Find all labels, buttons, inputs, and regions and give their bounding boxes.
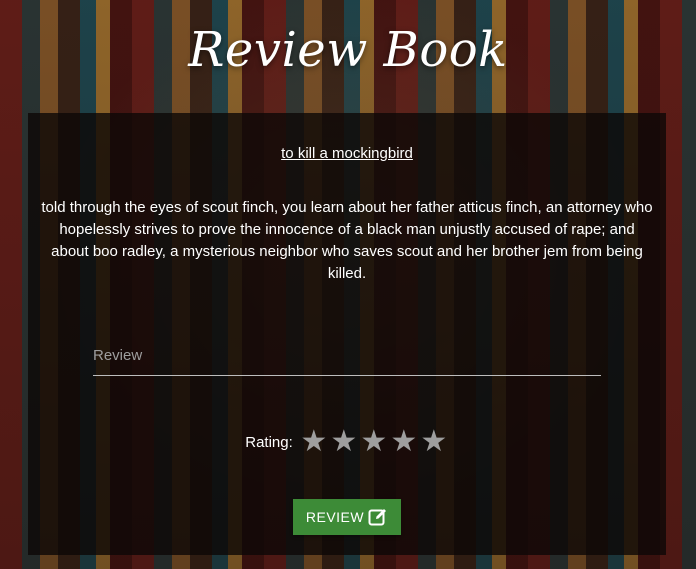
review-button[interactable]: REVIEW	[293, 499, 401, 535]
rating-row: Rating: ★ ★ ★ ★ ★	[28, 425, 666, 459]
star-1-icon[interactable]: ★	[299, 425, 329, 459]
star-5-icon[interactable]: ★	[419, 425, 449, 459]
book-title-link[interactable]: to kill a mockingbird	[28, 145, 666, 162]
book-description: told through the eyes of scout finch, yo…	[41, 199, 653, 282]
review-input[interactable]	[93, 335, 601, 376]
star-2-icon[interactable]: ★	[329, 425, 359, 459]
rating-label: Rating:	[245, 433, 293, 451]
edit-icon	[368, 507, 388, 527]
review-card: to kill a mockingbird told through the e…	[28, 113, 666, 555]
star-3-icon[interactable]: ★	[359, 425, 389, 459]
page-title: Review Book	[188, 22, 508, 78]
review-button-label: REVIEW	[305, 509, 365, 525]
star-4-icon[interactable]: ★	[389, 425, 419, 459]
